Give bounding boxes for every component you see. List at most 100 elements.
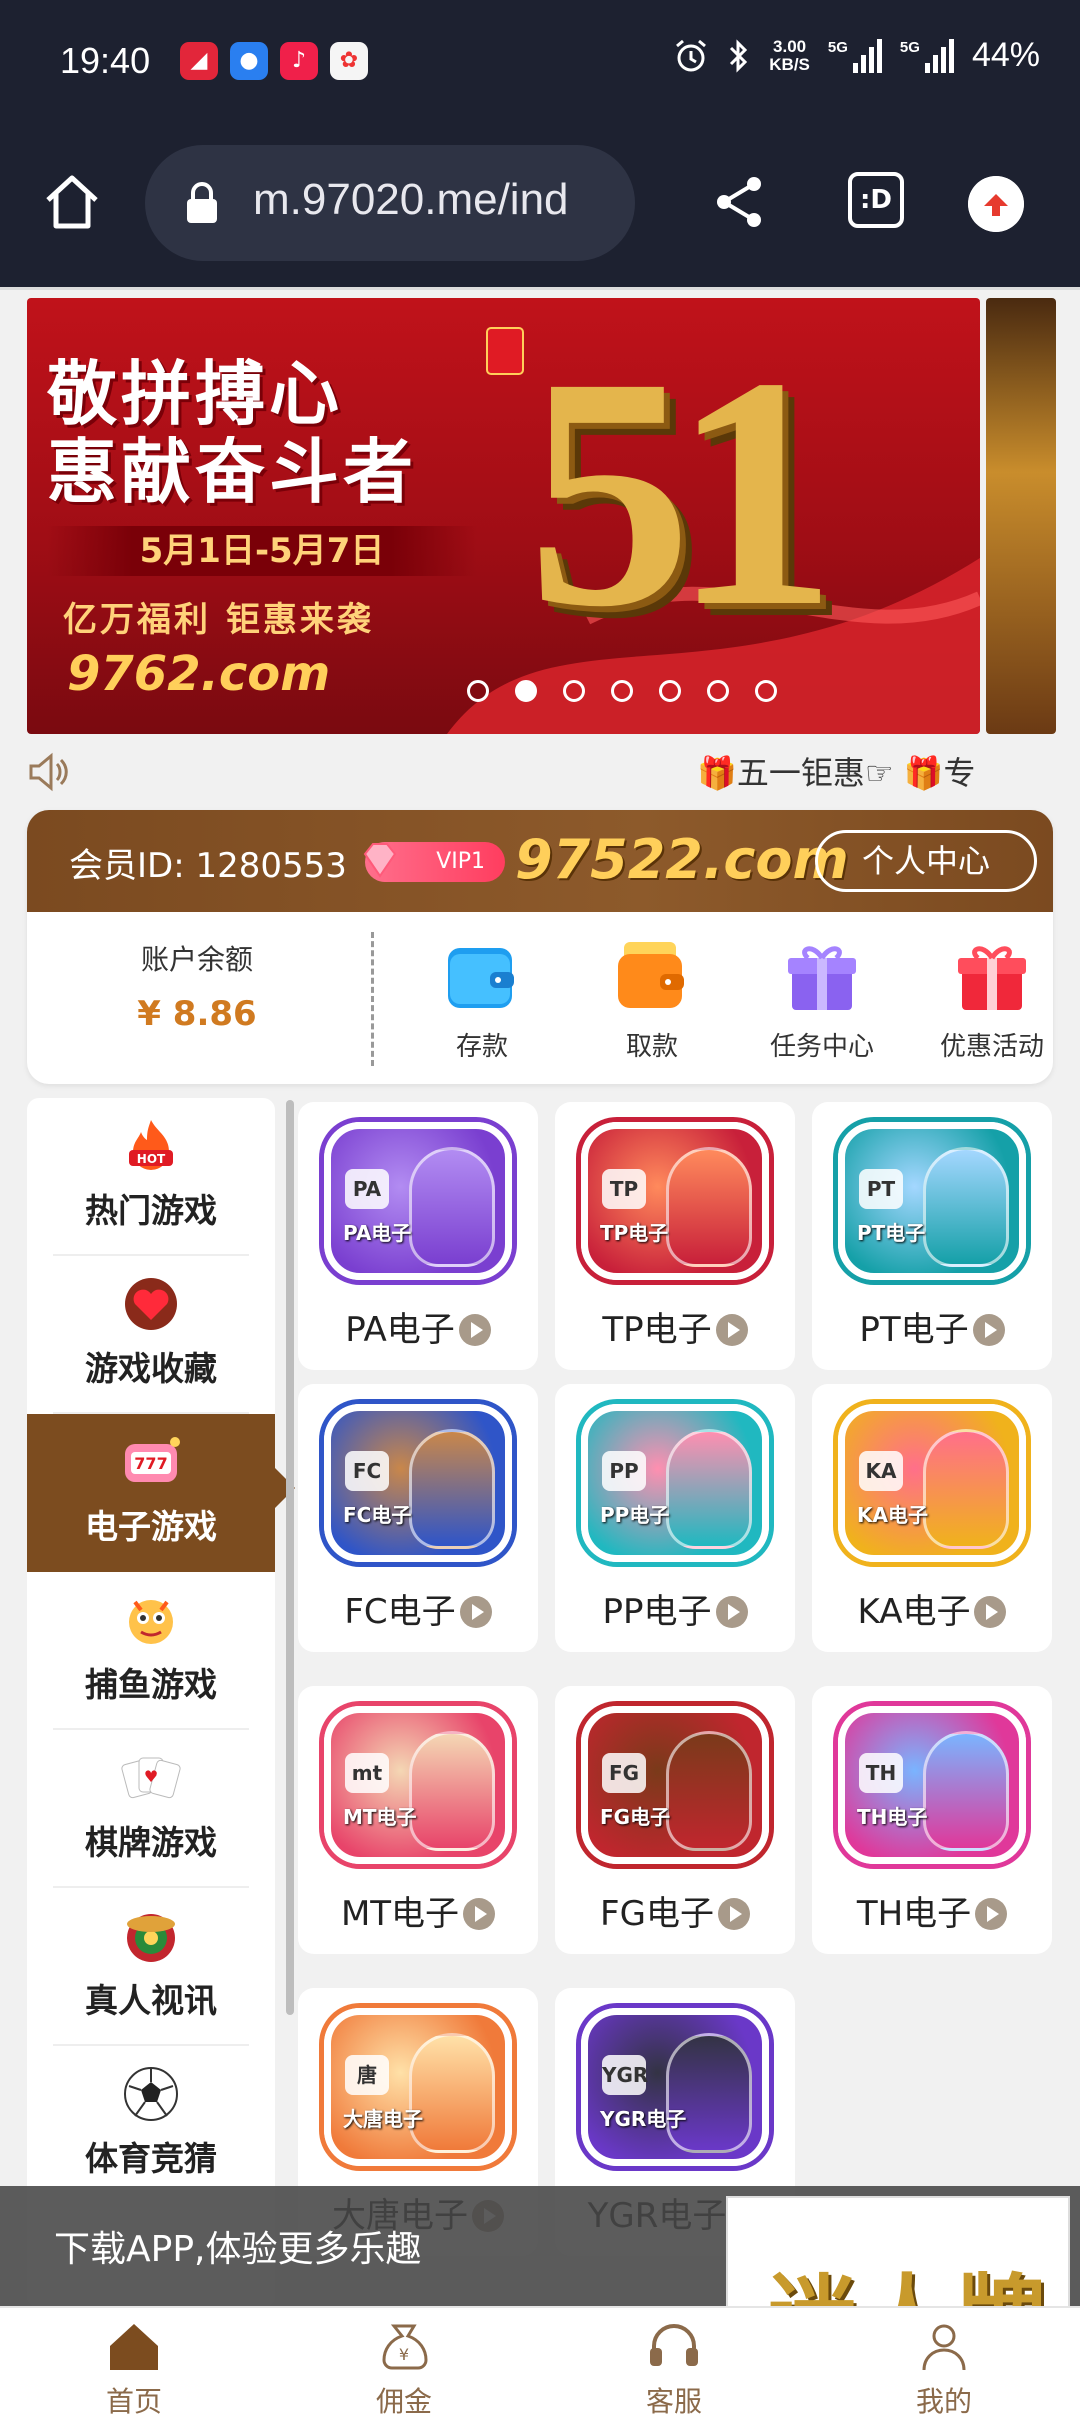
game-badge: KA电子	[857, 1503, 928, 1527]
game-badge: TH电子	[857, 1805, 928, 1829]
game-tile-icon: PP PP电子	[581, 1404, 769, 1562]
game-name-row: KA电子	[812, 1584, 1052, 1633]
sim2-label: 5G	[899, 38, 920, 56]
game-icon: ✿	[330, 42, 368, 80]
browser-toolbar: m.97020.me/ind :D	[0, 130, 1080, 290]
balance-value: ¥ 8.86	[137, 994, 257, 1034]
banner-dot[interactable]	[467, 680, 489, 702]
game-tile-icon: YGR YGR电子	[581, 2008, 769, 2166]
play-icon[interactable]	[972, 1314, 1005, 1346]
cards-icon: ♥	[121, 1757, 181, 1799]
game-character-art	[409, 1731, 495, 1851]
game-badge: MT电子	[343, 1805, 417, 1829]
play-icon[interactable]	[458, 1314, 491, 1346]
game-name-row: TH电子	[812, 1886, 1052, 1935]
promo-banner[interactable]: 51 敬拼搏心 惠献奋斗者 5月1日-5月7日 亿万福利 钜惠来袭 9762.c…	[27, 298, 980, 734]
gift-purple-icon	[788, 946, 856, 1010]
banner-dot-active[interactable]	[515, 680, 537, 702]
svg-text:¥: ¥	[399, 2345, 409, 2364]
share-icon[interactable]	[710, 172, 770, 232]
category-label: 捕鱼游戏	[85, 1665, 217, 1704]
play-icon[interactable]	[715, 1314, 748, 1346]
marquee-text: 🎁五一钜惠☞ 🎁专	[697, 754, 976, 792]
game-name-row: PP电子	[555, 1584, 795, 1633]
game-card[interactable]: PP PP电子 PP电子	[555, 1384, 795, 1652]
home-icon	[110, 2324, 158, 2370]
category-sports[interactable]: 体育竞猜	[27, 2046, 275, 2204]
status-time: 19:40	[60, 40, 151, 81]
signal-sim2-icon: 5G	[899, 38, 954, 73]
deposit-button[interactable]: 存款	[417, 938, 547, 1063]
nav-profile[interactable]: 我的	[884, 2318, 1004, 2414]
member-id: 会员ID: 1280553	[69, 846, 347, 886]
game-character-art	[409, 1429, 495, 1549]
game-card[interactable]: KA KA电子 KA电子	[812, 1384, 1052, 1652]
game-character-art	[666, 1429, 752, 1549]
update-icon[interactable]	[968, 176, 1024, 232]
banner-dot[interactable]	[611, 680, 633, 702]
net-speed-value: 3.00	[773, 36, 807, 56]
category-label: 棋牌游戏	[85, 1823, 217, 1862]
play-icon[interactable]	[459, 1596, 492, 1628]
game-card[interactable]: mt MT电子 MT电子	[298, 1686, 538, 1954]
play-icon[interactable]	[975, 1898, 1008, 1930]
nav-customer-service[interactable]: 客服	[614, 2318, 734, 2414]
game-character-art	[666, 2033, 752, 2153]
banner-dot[interactable]	[755, 680, 777, 702]
game-card[interactable]: TP TP电子 TP电子	[555, 1102, 795, 1370]
game-tile-icon: FG FG电子	[581, 1706, 769, 1864]
category-scrollbar[interactable]	[286, 1100, 294, 2015]
game-name: PT电子	[859, 1310, 969, 1350]
tabs-button[interactable]: :D	[848, 172, 904, 228]
play-icon[interactable]	[974, 1596, 1007, 1628]
banner-pagination[interactable]	[467, 680, 777, 702]
game-character-art	[409, 2033, 495, 2153]
nav-commission[interactable]: ¥ 佣金	[344, 2318, 464, 2414]
category-hot-games[interactable]: HOT 热门游戏	[27, 1098, 275, 1256]
banner-next-slide-peek[interactable]	[986, 298, 1056, 734]
game-badge: PA电子	[343, 1221, 412, 1245]
category-label: 热门游戏	[85, 1191, 217, 1230]
withdraw-button[interactable]: 取款	[587, 938, 717, 1063]
game-card[interactable]: FG FG电子 FG电子	[555, 1686, 795, 1954]
banner-logo: 9762.com	[67, 646, 331, 702]
url-bar[interactable]: m.97020.me/ind	[145, 145, 635, 261]
banner-big-number: 51	[527, 310, 837, 675]
wallet-blue-icon	[448, 948, 514, 1008]
nav-home[interactable]: 首页	[74, 2318, 194, 2414]
play-icon[interactable]	[717, 1898, 750, 1930]
game-name-row: TP电子	[555, 1302, 795, 1351]
game-card[interactable]: TH TH电子 TH电子	[812, 1686, 1052, 1954]
task-center-button[interactable]: 任务中心	[757, 938, 887, 1063]
notification-apps: ◢ ● ♪ ✿	[180, 42, 368, 80]
vip-level: VIP1	[436, 849, 485, 874]
game-logo-icon: 唐	[345, 2055, 389, 2095]
game-logo-icon: PP	[602, 1451, 646, 1491]
play-icon[interactable]	[715, 1596, 748, 1628]
announcement-marquee[interactable]: 🎁五一钜惠☞ 🎁专	[27, 746, 1057, 796]
nav-label: 客服	[645, 2385, 702, 2414]
play-icon[interactable]	[463, 1898, 496, 1930]
game-card[interactable]: PT PT电子 PT电子	[812, 1102, 1052, 1370]
category-fishing-games[interactable]: 捕鱼游戏	[27, 1572, 275, 1730]
game-logo-icon: TP	[602, 1169, 646, 1209]
banner-dot[interactable]	[659, 680, 681, 702]
category-slot-games[interactable]: 777 电子游戏	[27, 1414, 275, 1572]
member-card: 会员ID: 1280553 VIP1 97522.com 个人中心 账户余额 ¥…	[27, 810, 1053, 1084]
category-favorites[interactable]: 游戏收藏	[27, 1256, 275, 1414]
game-logo-icon: YGR	[602, 2055, 648, 2095]
game-card[interactable]: FC FC电子 FC电子	[298, 1384, 538, 1652]
game-tile-icon: PA PA电子	[324, 1122, 512, 1280]
game-badge: TP电子	[600, 1221, 669, 1245]
category-live-casino[interactable]: 真人视讯	[27, 1888, 275, 2046]
bottom-navigation: 首页 ¥ 佣金 客服 我的	[0, 2306, 1080, 2414]
personal-center-button[interactable]: 个人中心	[815, 830, 1037, 892]
banner-dot[interactable]	[563, 680, 585, 702]
category-card-games[interactable]: ♥ 棋牌游戏	[27, 1730, 275, 1888]
promotions-button[interactable]: 优惠活动	[927, 938, 1053, 1063]
banner-dot[interactable]	[707, 680, 729, 702]
game-name: PP电子	[602, 1592, 712, 1632]
game-card[interactable]: PA PA电子 PA电子	[298, 1102, 538, 1370]
home-icon[interactable]	[40, 170, 104, 234]
game-tile-icon: KA KA电子	[838, 1404, 1026, 1562]
